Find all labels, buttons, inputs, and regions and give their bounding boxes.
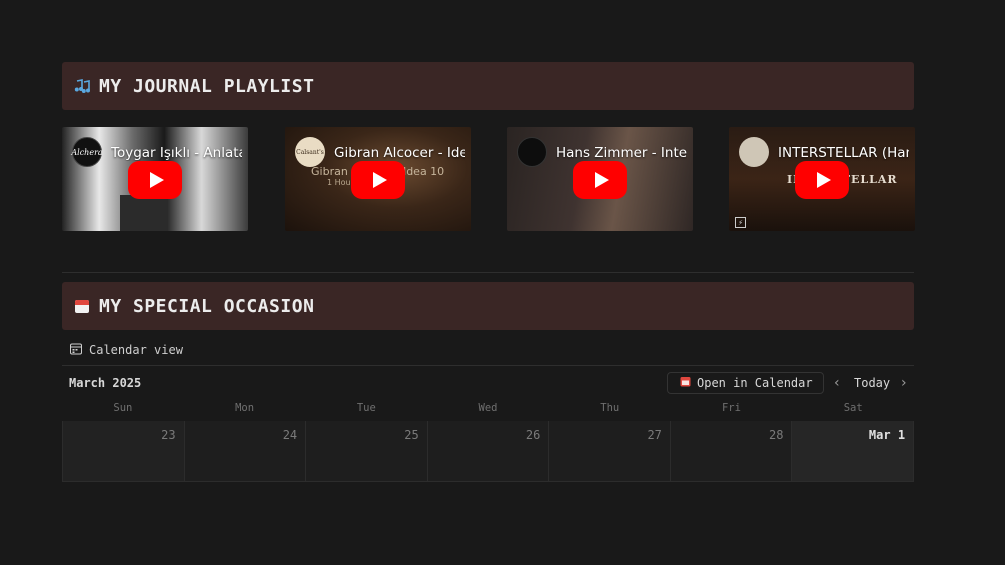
- weekday-thu: Thu: [600, 402, 620, 414]
- calendar-day-cell[interactable]: 28: [670, 421, 793, 482]
- weekday-sat: Sat: [843, 402, 863, 414]
- video-embed-row: Alchera Toygar Işıklı - Anlatamazsın Cal…: [62, 127, 915, 231]
- day-number: 25: [404, 428, 419, 442]
- occasion-section-header: MY SPECIAL OCCASION: [62, 282, 914, 330]
- calendar-day-cell[interactable]: Mar 1: [792, 421, 915, 482]
- calendar-view-icon: [70, 343, 82, 358]
- today-button[interactable]: Today: [854, 376, 890, 390]
- section-divider: [62, 272, 914, 273]
- month-label: March 2025: [69, 376, 142, 390]
- chevron-right-icon[interactable]: ›: [901, 375, 907, 391]
- calendar-toolbar: March 2025 Open in Calendar ‹ Today ›: [62, 372, 914, 394]
- watermark-icon: ⚡: [735, 217, 746, 228]
- video-embed-3[interactable]: Hans Zimmer - Interstellar: [507, 127, 693, 231]
- video-title[interactable]: Hans Zimmer - Interstellar: [556, 145, 687, 161]
- calendar-day-cell[interactable]: 25: [306, 421, 428, 482]
- music-notes-icon: [73, 77, 91, 95]
- calendar-view-tab[interactable]: Calendar view: [70, 342, 183, 358]
- occasion-section-title: MY SPECIAL OCCASION: [99, 295, 315, 317]
- day-number: 28: [769, 428, 784, 442]
- channel-avatar[interactable]: Alchera: [71, 137, 103, 167]
- video-embed-2[interactable]: Calsant's Gibran Alcocer - Idea 10 Gibra…: [285, 127, 471, 231]
- calendar-week-row: 23 24 25 26 27 28 Mar 1: [62, 421, 915, 482]
- weekday-fri: Fri: [721, 402, 741, 414]
- day-number: 27: [647, 428, 662, 442]
- calendar-view-label: Calendar view: [89, 343, 183, 357]
- open-in-calendar-label: Open in Calendar: [697, 376, 813, 390]
- youtube-play-icon[interactable]: [128, 161, 182, 199]
- weekday-wed: Wed: [478, 402, 498, 414]
- calendar-icon: [73, 297, 91, 315]
- day-number: Mar 1: [868, 428, 906, 442]
- weekday-mon: Mon: [235, 402, 255, 414]
- weekday-tue: Tue: [356, 402, 376, 414]
- channel-avatar[interactable]: [517, 137, 547, 167]
- day-number: 24: [282, 428, 298, 442]
- playlist-section-title: MY JOURNAL PLAYLIST: [99, 75, 315, 97]
- weekday-header-row: Sun Mon Tue Wed Thu Fri Sat: [62, 402, 914, 416]
- video-title[interactable]: Toygar Işıklı - Anlatamazsın: [111, 145, 242, 161]
- calendar-app-icon: [680, 376, 691, 390]
- calendar-day-cell[interactable]: 23: [62, 421, 185, 482]
- calendar-day-cell[interactable]: 26: [427, 421, 550, 482]
- weekday-sun: Sun: [113, 402, 133, 414]
- calendar-day-cell[interactable]: 27: [549, 421, 671, 482]
- chevron-left-icon[interactable]: ‹: [834, 375, 840, 391]
- youtube-play-icon[interactable]: [573, 161, 627, 199]
- youtube-play-icon[interactable]: [795, 161, 849, 199]
- day-number: 23: [161, 428, 176, 442]
- open-in-calendar-button[interactable]: Open in Calendar: [667, 372, 824, 394]
- playlist-section-header: MY JOURNAL PLAYLIST: [62, 62, 914, 110]
- video-embed-4[interactable]: INTERSTELLAR (Hans Zimmer) INTERSTELLAR …: [729, 127, 915, 231]
- video-title[interactable]: Gibran Alcocer - Idea 10: [334, 145, 465, 161]
- view-tab-divider: [62, 365, 914, 366]
- video-embed-1[interactable]: Alchera Toygar Işıklı - Anlatamazsın: [62, 127, 248, 231]
- channel-avatar[interactable]: [739, 137, 769, 167]
- channel-avatar[interactable]: Calsant's: [295, 137, 325, 167]
- thumbnail-panel: [120, 195, 168, 231]
- day-number: 26: [525, 428, 541, 442]
- video-title[interactable]: INTERSTELLAR (Hans Zimmer): [778, 145, 909, 161]
- calendar-day-cell[interactable]: 24: [184, 421, 307, 482]
- youtube-play-icon[interactable]: [351, 161, 405, 199]
